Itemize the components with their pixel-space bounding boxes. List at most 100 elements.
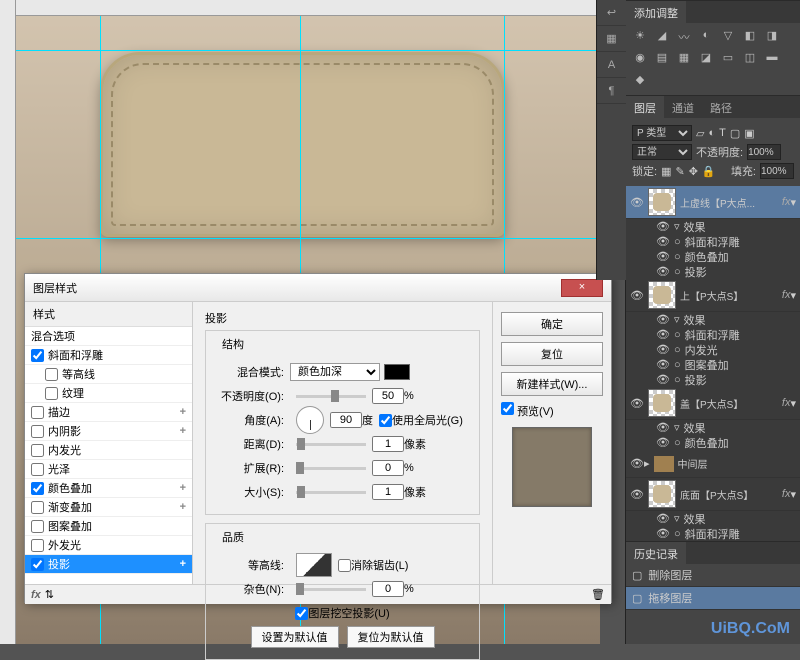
contour-picker[interactable] bbox=[296, 553, 332, 577]
invert-icon[interactable]: ◪ bbox=[698, 51, 714, 67]
style-checkbox[interactable] bbox=[31, 406, 44, 419]
noise-input[interactable] bbox=[372, 581, 404, 597]
chevron-down-icon[interactable]: ▾ bbox=[790, 196, 796, 209]
style-checkbox[interactable] bbox=[31, 482, 44, 495]
effect-row[interactable]: 👁○颜色叠加 bbox=[626, 249, 800, 264]
style-row[interactable]: 描边+ bbox=[25, 403, 192, 422]
style-row[interactable]: 内阴影+ bbox=[25, 422, 192, 441]
lookup-icon[interactable]: ▦ bbox=[676, 51, 692, 67]
curves-icon[interactable]: 〰 bbox=[676, 29, 692, 45]
style-checkbox[interactable] bbox=[45, 368, 58, 381]
lock-transparent-icon[interactable]: ▦ bbox=[661, 165, 671, 178]
swatches-icon[interactable]: ▦ bbox=[597, 26, 626, 52]
new-style-button[interactable]: 新建样式(W)... bbox=[501, 372, 603, 396]
size-slider[interactable] bbox=[296, 491, 366, 494]
preview-checkbox[interactable] bbox=[501, 402, 514, 415]
style-row[interactable]: 等高线 bbox=[25, 365, 192, 384]
reset-default-button[interactable]: 复位为默认值 bbox=[347, 626, 435, 648]
cancel-button[interactable]: 复位 bbox=[501, 342, 603, 366]
plus-icon[interactable]: + bbox=[180, 425, 186, 437]
visibility-icon[interactable]: 👁 bbox=[656, 527, 670, 540]
effects-header[interactable]: 👁▿效果 bbox=[626, 420, 800, 435]
effect-row[interactable]: 👁○投影 bbox=[626, 372, 800, 387]
visibility-icon[interactable]: 👁 bbox=[656, 250, 670, 263]
style-checkbox[interactable] bbox=[31, 463, 44, 476]
threshold-icon[interactable]: ◫ bbox=[742, 51, 758, 67]
fx-badge[interactable]: fx bbox=[782, 196, 791, 208]
layer-row[interactable]: 👁上虚线【P大点...fx▾ bbox=[626, 186, 800, 219]
plus-icon[interactable]: + bbox=[180, 501, 186, 513]
lock-pixels-icon[interactable]: ✎ bbox=[675, 165, 684, 178]
effect-row[interactable]: 👁○斜面和浮雕 bbox=[626, 526, 800, 541]
antialias-checkbox[interactable] bbox=[338, 559, 351, 572]
history-icon[interactable]: ↩ bbox=[597, 0, 626, 26]
opacity-input[interactable] bbox=[372, 388, 404, 404]
layer-thumbnail[interactable] bbox=[648, 480, 676, 508]
chevron-down-icon[interactable]: ▾ bbox=[790, 397, 796, 410]
effect-row[interactable]: 👁○斜面和浮雕 bbox=[626, 234, 800, 249]
layer-row[interactable]: 👁▸中间层 bbox=[626, 450, 800, 478]
chevron-up-down-icon[interactable]: ⇅ bbox=[45, 588, 54, 601]
angle-input[interactable] bbox=[330, 412, 362, 428]
chevron-right-icon[interactable]: ▸ bbox=[644, 457, 650, 470]
effects-header[interactable]: 👁▿效果 bbox=[626, 219, 800, 234]
close-button[interactable]: × bbox=[561, 279, 603, 297]
style-row[interactable]: 外发光 bbox=[25, 536, 192, 555]
ruler-horizontal[interactable] bbox=[0, 0, 600, 16]
style-row[interactable]: 光泽 bbox=[25, 460, 192, 479]
visibility-icon[interactable]: 👁 bbox=[656, 436, 670, 449]
style-checkbox[interactable] bbox=[31, 558, 44, 571]
make-default-button[interactable]: 设置为默认值 bbox=[251, 626, 339, 648]
bw-icon[interactable]: ◨ bbox=[764, 29, 780, 45]
effect-row[interactable]: 👁○颜色叠加 bbox=[626, 435, 800, 450]
dialog-titlebar[interactable]: 图层样式 × bbox=[25, 274, 611, 302]
fx-badge[interactable]: fx bbox=[782, 488, 791, 500]
style-checkbox[interactable] bbox=[31, 444, 44, 457]
style-checkbox[interactable] bbox=[31, 425, 44, 438]
filter-type-icon[interactable]: T bbox=[719, 127, 726, 139]
effect-row[interactable]: 👁○图案叠加 bbox=[626, 357, 800, 372]
channel-mixer-icon[interactable]: ▤ bbox=[654, 51, 670, 67]
hue-icon[interactable]: ◧ bbox=[742, 29, 758, 45]
vibrance-icon[interactable]: ▽ bbox=[720, 29, 736, 45]
style-checkbox[interactable] bbox=[31, 520, 44, 533]
adjustments-tab[interactable]: 添加调整 bbox=[626, 1, 686, 23]
visibility-icon[interactable]: 👁 bbox=[630, 397, 644, 410]
effect-row[interactable]: 👁○内发光 bbox=[626, 342, 800, 357]
visibility-icon[interactable]: 👁 bbox=[656, 265, 670, 278]
tab-paths[interactable]: 路径 bbox=[702, 96, 740, 118]
chevron-down-icon[interactable]: ▾ bbox=[790, 488, 796, 501]
style-row[interactable]: 颜色叠加+ bbox=[25, 479, 192, 498]
visibility-icon[interactable]: 👁 bbox=[656, 343, 670, 356]
style-checkbox[interactable] bbox=[31, 349, 44, 362]
visibility-icon[interactable]: 👁 bbox=[630, 457, 644, 470]
visibility-icon[interactable]: 👁 bbox=[630, 289, 644, 302]
distance-input[interactable] bbox=[372, 436, 404, 452]
effects-header[interactable]: 👁▿效果 bbox=[626, 511, 800, 526]
style-row[interactable]: 斜面和浮雕 bbox=[25, 346, 192, 365]
layer-thumbnail[interactable] bbox=[648, 281, 676, 309]
visibility-icon[interactable]: 👁 bbox=[656, 220, 670, 233]
filter-shape-icon[interactable]: ▢ bbox=[730, 127, 740, 140]
ruler-vertical[interactable] bbox=[0, 0, 16, 644]
filter-image-icon[interactable]: ▱ bbox=[696, 127, 704, 140]
tab-channels[interactable]: 通道 bbox=[664, 96, 702, 118]
photo-filter-icon[interactable]: ◉ bbox=[632, 51, 648, 67]
para-icon[interactable]: ¶ bbox=[597, 78, 626, 104]
layer-thumbnail[interactable] bbox=[648, 389, 676, 417]
gradient-map-icon[interactable]: ▬ bbox=[764, 51, 780, 67]
selective-color-icon[interactable]: ◆ bbox=[632, 73, 648, 89]
blending-options-row[interactable]: 混合选项 bbox=[25, 327, 192, 346]
visibility-icon[interactable]: 👁 bbox=[656, 328, 670, 341]
style-row[interactable]: 图案叠加 bbox=[25, 517, 192, 536]
lock-position-icon[interactable]: ✥ bbox=[689, 165, 698, 178]
visibility-icon[interactable]: 👁 bbox=[630, 488, 644, 501]
style-row[interactable]: 投影+ bbox=[25, 555, 192, 574]
tab-layers[interactable]: 图层 bbox=[626, 96, 664, 118]
fx-icon[interactable]: fx bbox=[31, 589, 41, 601]
effects-header[interactable]: 👁▿效果 bbox=[626, 312, 800, 327]
filter-adj-icon[interactable]: ◐ bbox=[708, 127, 715, 139]
layer-row[interactable]: 👁盖【P大点S】fx▾ bbox=[626, 387, 800, 420]
history-item[interactable]: ▢拖移图层 bbox=[626, 587, 800, 610]
layer-thumbnail[interactable] bbox=[648, 188, 676, 216]
